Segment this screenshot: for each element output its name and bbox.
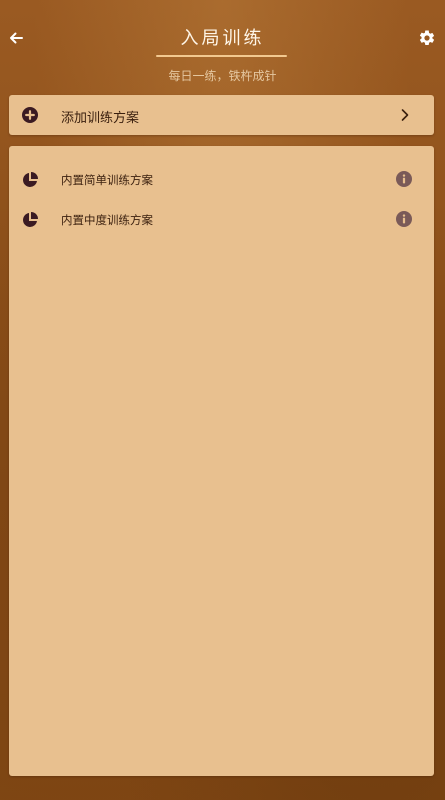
plan-label: 内置简单训练方案: [61, 173, 153, 187]
page-title: 入局训练: [180, 28, 265, 49]
plus-circle-icon: [22, 107, 38, 123]
app-header: 入局训练 每日一练，铁杵成针: [0, 0, 445, 90]
pie-chart-icon: [23, 212, 38, 227]
plan-item-moderate[interactable]: 内置中度训练方案: [9, 200, 434, 240]
settings-button[interactable]: [415, 26, 439, 50]
plan-list: 内置简单训练方案 内置中度训练方案: [9, 146, 434, 776]
pie-chart-icon: [23, 172, 38, 187]
add-plan-label: 添加训练方案: [61, 111, 140, 126]
add-plan-button[interactable]: 添加训练方案: [9, 95, 434, 135]
info-icon[interactable]: [396, 211, 412, 227]
gear-icon: [419, 30, 435, 45]
title-underline: [156, 55, 287, 57]
plan-item-simple[interactable]: 内置简单训练方案: [9, 160, 434, 200]
plan-label: 内置中度训练方案: [61, 213, 153, 227]
chevron-right-icon: [401, 109, 409, 121]
info-icon[interactable]: [396, 171, 412, 187]
page-subtitle: 每日一练，铁杵成针: [168, 69, 277, 83]
